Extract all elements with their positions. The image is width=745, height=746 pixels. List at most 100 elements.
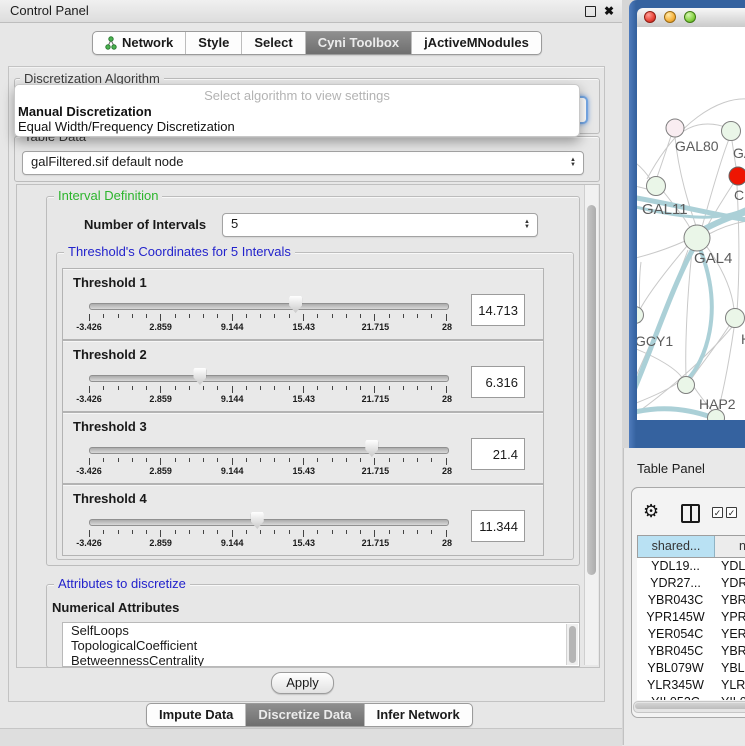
slider-scale-label: 28 [442,322,452,332]
threshold-label: Threshold 3 [73,419,147,434]
number-of-intervals-combobox[interactable]: 5 ▲▼ [222,213,538,237]
threshold-value-field[interactable]: 11.344 [471,510,525,542]
node-label-gal80: GAL80 [675,138,719,154]
slider-scale-label: 15.43 [293,466,316,476]
tab-discretize-data[interactable]: Discretize Data [245,704,363,726]
table-row[interactable]: YLR345WYLR34 [637,677,745,694]
cell-shared-name[interactable]: YDR27... [637,575,714,592]
dropdown-option-manual[interactable]: Manual Discretization [15,104,579,119]
tab-style[interactable]: Style [185,32,241,54]
network-node-gcy1[interactable] [637,307,644,324]
network-window-titlebar[interactable] [637,8,745,28]
slider-ticks [89,530,447,537]
close-traffic-light-icon[interactable] [644,11,656,23]
cell-name[interactable]: YBL07 [714,660,745,677]
table-row[interactable]: YPR145WYPR14 [637,609,745,626]
cell-shared-name[interactable]: YPR145W [637,609,714,626]
threshold-value-field[interactable]: 21.4 [471,438,525,470]
threshold-slider-handle[interactable] [251,512,264,529]
slider-scale-labels: -3.4262.8599.14415.4321.71528 [89,322,447,332]
scrollbar-thumb[interactable] [569,626,576,663]
cell-shared-name[interactable]: YER054C [637,626,714,643]
cell-name[interactable]: YER05 [714,626,745,643]
network-node-h[interactable] [726,309,745,328]
network-node-gal11[interactable] [647,177,666,196]
attribute-list-item[interactable]: BetweennessCentrality [63,653,579,667]
slider-scale-label: -3.426 [76,538,102,548]
table-row[interactable]: YDR27...YDR27 [637,575,745,592]
cell-shared-name[interactable]: YBL079W [637,660,714,677]
cell-name[interactable]: YIL05 [714,694,745,700]
cell-shared-name[interactable]: YLR345W [637,677,714,694]
threshold-slider-handle[interactable] [365,440,378,457]
scrollbar-thumb[interactable] [635,703,745,709]
threshold-slider-handle[interactable] [193,368,206,385]
cell-shared-name[interactable]: YBR043C [637,592,714,609]
split-columns-icon[interactable] [681,504,700,523]
tab-network[interactable]: Network [93,32,185,54]
threshold-slider-track[interactable] [89,303,449,310]
node-label-cut-g: GA [733,145,745,161]
table-row[interactable]: YER054CYER05 [637,626,745,643]
settings-vertical-scrollbar[interactable] [584,185,598,665]
threshold-slider-track[interactable] [89,375,449,382]
network-node-hap2[interactable] [678,377,695,394]
column-header-name[interactable]: na [715,536,745,557]
cell-shared-name[interactable]: YBR045C [637,643,714,660]
network-node-pink[interactable] [666,119,684,137]
dropdown-option-equal-width[interactable]: Equal Width/Frequency Discretization [15,119,579,134]
threshold-slider-track[interactable] [89,519,449,526]
cell-name[interactable]: YPR14 [714,609,745,626]
tab-cyni-toolbox[interactable]: Cyni Toolbox [305,32,411,54]
threshold-value-field[interactable]: 6.316 [471,366,525,398]
numerical-attributes-list[interactable]: SelfLoopsTopologicalCoefficientBetweenne… [62,622,580,667]
table-row[interactable]: YDL19...YDL19 [637,558,745,575]
network-view-canvas[interactable]: GAL80 GA C GAL11 GAL4 GCY1 H HAP2 [637,27,745,420]
tab-impute-data[interactable]: Impute Data [147,704,245,726]
node-attribute-table[interactable]: shared... na YDL19...YDL19YDR27...YDR27Y… [637,535,745,700]
checked-checkbox-icon[interactable]: ✓ [712,507,723,518]
table-row[interactable]: YBR045CYBR04 [637,643,745,660]
threshold-label: Threshold 4 [73,491,147,506]
table-horizontal-scrollbar[interactable] [633,701,745,713]
zoom-traffic-light-icon[interactable] [684,11,696,23]
attributes-list-scrollbar[interactable] [566,624,578,665]
apply-button[interactable]: Apply [271,672,334,694]
cell-shared-name[interactable]: YDL19... [637,558,714,575]
column-header-shared-name[interactable]: shared... [638,536,715,557]
cell-shared-name[interactable]: YIL052C [637,694,714,700]
close-icon[interactable]: ✖ [604,3,614,19]
checked-checkbox-icon[interactable]: ✓ [726,507,737,518]
slider-scale-label: 21.715 [362,394,390,404]
network-node-selected-red[interactable] [729,167,745,185]
tab-infer-network[interactable]: Infer Network [364,704,472,726]
combo-stepper-icon: ▲▼ [570,158,576,168]
gear-icon[interactable]: ⚙ [643,501,659,521]
numerical-attributes-label: Numerical Attributes [52,600,179,615]
table-row[interactable]: YBL079WYBL07 [637,660,745,677]
network-node-gal4[interactable] [684,225,710,251]
float-icon[interactable] [585,6,596,17]
scrollbar-thumb[interactable] [587,205,596,575]
slider-scale-label: 9.144 [221,538,244,548]
cell-name[interactable]: YBR04 [714,592,745,609]
attribute-list-item[interactable]: SelfLoops [63,623,579,638]
tab-select[interactable]: Select [241,32,304,54]
tab-jactivemnodules[interactable]: jActiveMNodules [411,32,541,54]
cell-name[interactable]: YDL19 [714,558,745,575]
table-row[interactable]: YIL052CYIL05 [637,694,745,700]
threshold-value-field[interactable]: 14.713 [471,294,525,326]
network-node-top-right[interactable] [722,122,741,141]
minimize-traffic-light-icon[interactable] [664,11,676,23]
table-data-combobox[interactable]: galFiltered.sif default node ▲▼ [22,151,584,175]
cell-name[interactable]: YBR04 [714,643,745,660]
threshold-slider-track[interactable] [89,447,449,454]
threshold-slider-handle[interactable] [289,296,302,313]
cell-name[interactable]: YLR34 [714,677,745,694]
slider-scale-label: 28 [442,466,452,476]
threshold-label: Threshold 2 [73,347,147,362]
cell-name[interactable]: YDR27 [714,575,745,592]
attribute-list-item[interactable]: TopologicalCoefficient [63,638,579,653]
table-row[interactable]: YBR043CYBR04 [637,592,745,609]
threshold-3-panel: Threshold 3 -3.4262.8599.14415.4321.7152… [62,412,544,484]
